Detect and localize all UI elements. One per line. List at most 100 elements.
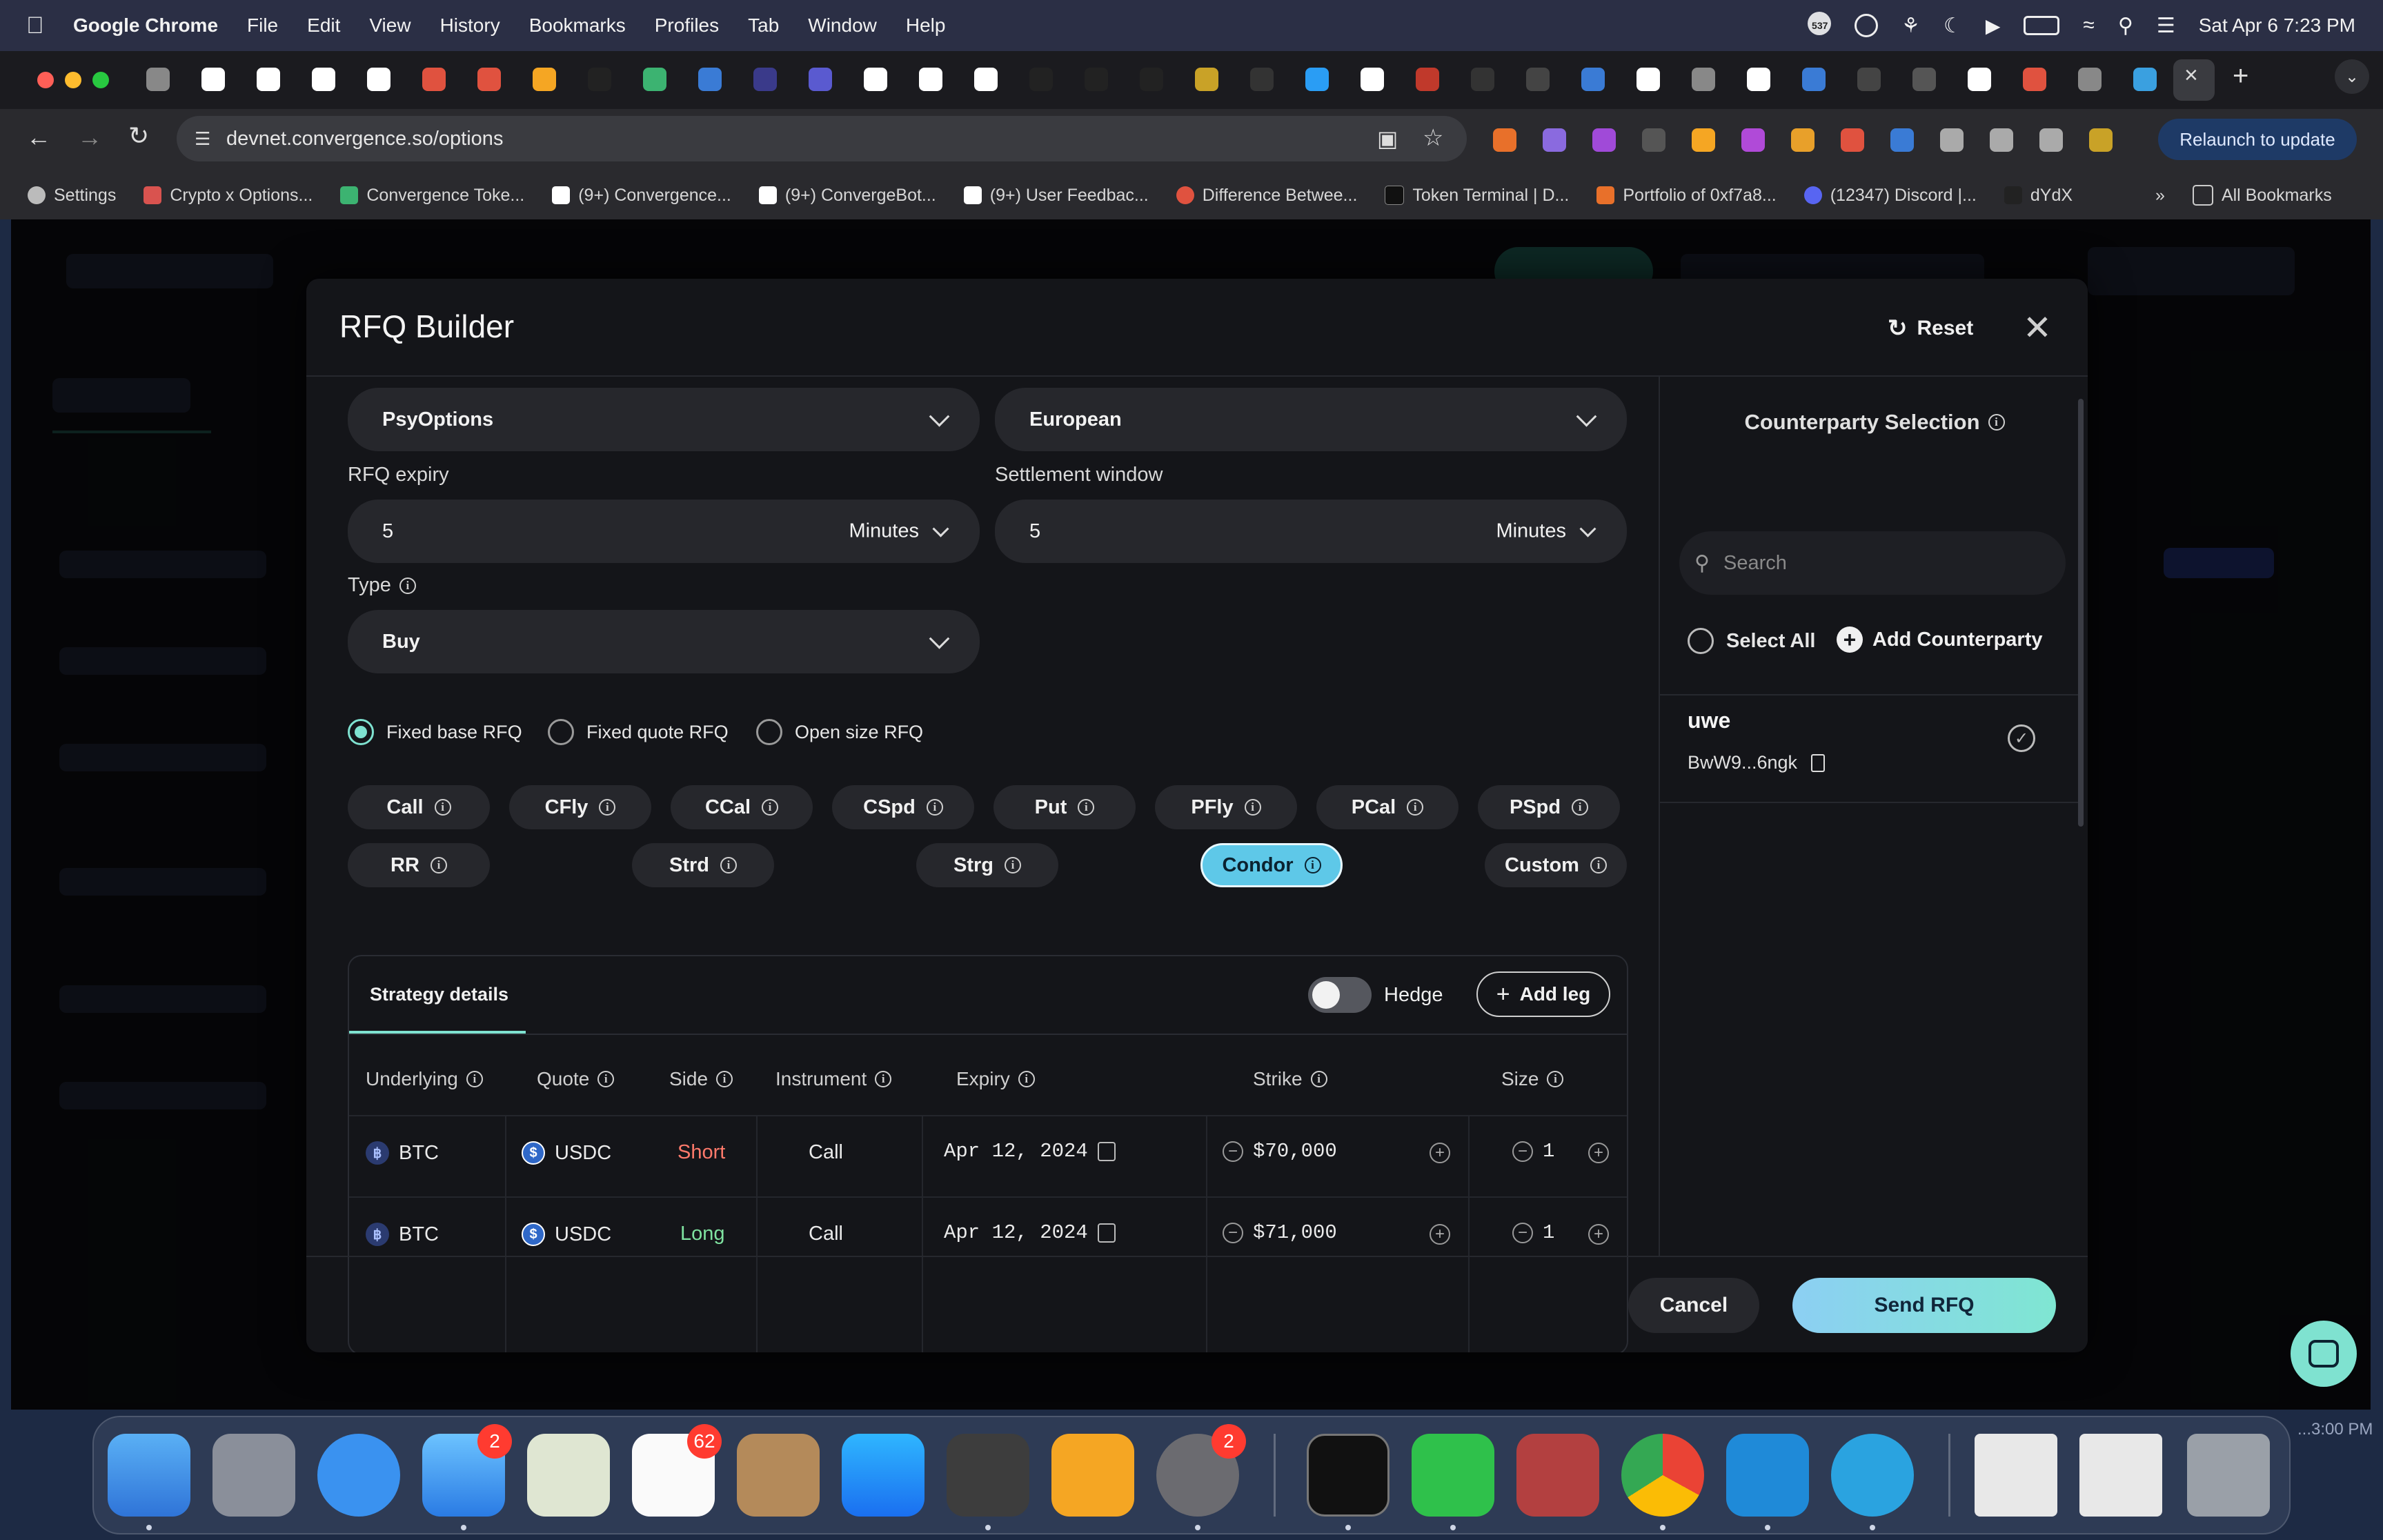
fan-icon[interactable]: ⚘ bbox=[1901, 14, 1920, 38]
tab-favicon-icon[interactable] bbox=[533, 68, 556, 91]
info-icon[interactable]: i bbox=[1244, 799, 1261, 816]
dictionary-icon[interactable] bbox=[1516, 1434, 1599, 1517]
tab-favicon-icon[interactable] bbox=[367, 68, 390, 91]
info-icon[interactable]: i bbox=[1005, 857, 1021, 873]
leg2-quote[interactable]: $ USDC bbox=[522, 1223, 611, 1246]
extension-icon[interactable] bbox=[1741, 128, 1765, 152]
chrome-icon[interactable] bbox=[1621, 1434, 1704, 1517]
menu-bookmarks[interactable]: Bookmarks bbox=[529, 14, 626, 37]
finder-icon[interactable] bbox=[108, 1434, 190, 1517]
hedge-toggle[interactable] bbox=[1308, 977, 1372, 1013]
contacts-icon[interactable] bbox=[737, 1434, 820, 1517]
tab-favicon-icon[interactable] bbox=[1250, 68, 1274, 91]
tab-favicon-icon[interactable] bbox=[753, 68, 777, 91]
close-window-button[interactable] bbox=[37, 72, 54, 88]
numbers-icon[interactable] bbox=[1412, 1434, 1494, 1517]
menu-window[interactable]: Window bbox=[808, 14, 877, 37]
tab-favicon-icon[interactable] bbox=[1361, 68, 1384, 91]
menu-view[interactable]: View bbox=[369, 14, 411, 37]
sublime-text-icon[interactable] bbox=[947, 1434, 1029, 1517]
leg1-instrument[interactable]: Call bbox=[809, 1141, 843, 1164]
copy-icon[interactable] bbox=[1811, 753, 1826, 772]
info-icon[interactable]: i bbox=[762, 799, 779, 816]
relaunch-to-update-button[interactable]: Relaunch to update bbox=[2158, 119, 2357, 160]
minus-icon[interactable]: − bbox=[1512, 1222, 1533, 1243]
tab-search-chevron-icon[interactable]: ⌄ bbox=[2335, 59, 2369, 94]
tab-favicon-icon[interactable] bbox=[422, 68, 446, 91]
size-plus-icon[interactable]: + bbox=[1588, 1143, 1609, 1163]
leg2-underlying[interactable]: ฿ BTC bbox=[366, 1223, 439, 1246]
tab-favicon-icon[interactable] bbox=[1968, 68, 1991, 91]
strategy-pfly[interactable]: PFly i bbox=[1155, 785, 1297, 829]
back-arrow-icon[interactable]: ← bbox=[26, 123, 51, 152]
strategy-put[interactable]: Put i bbox=[993, 785, 1136, 829]
info-icon[interactable]: i bbox=[1547, 1071, 1564, 1087]
info-icon[interactable]: i bbox=[399, 577, 416, 594]
minus-icon[interactable]: − bbox=[1512, 1141, 1533, 1162]
leg1-size[interactable]: −1 bbox=[1512, 1140, 1554, 1163]
extension-icon[interactable] bbox=[1543, 128, 1566, 152]
tab-close-icon[interactable]: × bbox=[2184, 62, 2198, 89]
extension-icon[interactable] bbox=[1841, 128, 1864, 152]
menu-file[interactable]: File bbox=[247, 14, 278, 37]
terminal-icon[interactable] bbox=[1307, 1434, 1390, 1517]
info-icon[interactable]: i bbox=[597, 1071, 615, 1087]
leg2-instrument[interactable]: Call bbox=[809, 1223, 843, 1245]
extension-icon[interactable] bbox=[1642, 128, 1665, 152]
new-tab-icon[interactable]: + bbox=[2233, 61, 2248, 92]
size-plus-icon[interactable]: + bbox=[1588, 1224, 1609, 1245]
tab-favicon-icon[interactable] bbox=[919, 68, 942, 91]
tab-favicon-icon[interactable] bbox=[1305, 68, 1329, 91]
extension-icon[interactable] bbox=[2089, 128, 2113, 152]
option-style-select[interactable]: European bbox=[995, 388, 1627, 451]
extension-icon[interactable] bbox=[1592, 128, 1616, 152]
tab-strategy-details[interactable]: Strategy details bbox=[370, 984, 508, 1005]
tab-favicon-icon[interactable] bbox=[2078, 68, 2102, 91]
tab-favicon-icon[interactable] bbox=[257, 68, 280, 91]
strategy-call[interactable]: Call i bbox=[348, 785, 490, 829]
tab-favicon-icon[interactable] bbox=[201, 68, 225, 91]
rfq-expiry-unit[interactable]: Minutes bbox=[849, 520, 919, 543]
tab-favicon-icon[interactable] bbox=[1692, 68, 1715, 91]
reload-icon[interactable]: ↻ bbox=[128, 121, 149, 150]
menu-history[interactable]: History bbox=[440, 14, 500, 37]
more-bookmarks-icon[interactable]: » bbox=[2155, 186, 2165, 206]
close-icon[interactable]: ✕ bbox=[2023, 308, 2052, 348]
tab-favicon-icon[interactable] bbox=[1637, 68, 1660, 91]
bookmark-notion-convergence[interactable]: (9+) Convergence... bbox=[552, 186, 731, 206]
leg1-side[interactable]: Short bbox=[678, 1141, 725, 1164]
extension-icon[interactable] bbox=[1692, 128, 1715, 152]
apple-icon[interactable]:  bbox=[26, 12, 54, 39]
bookmark-convergence-token[interactable]: Convergence Toke... bbox=[340, 186, 524, 206]
tab-favicon-icon[interactable] bbox=[1581, 68, 1605, 91]
info-icon[interactable]: i bbox=[1018, 1071, 1035, 1087]
moon-icon[interactable]: ☾ bbox=[1944, 14, 1962, 38]
pages-icon[interactable] bbox=[1051, 1434, 1134, 1517]
tab-favicon-icon[interactable] bbox=[1857, 68, 1881, 91]
control-center-icon[interactable]: ☰ bbox=[2157, 14, 2175, 38]
bookmark-notion-convergebot[interactable]: (9+) ConvergeBot... bbox=[758, 186, 936, 206]
strategy-condor[interactable]: Condor i bbox=[1200, 843, 1343, 887]
protocol-select[interactable]: PsyOptions bbox=[348, 388, 980, 451]
info-icon[interactable]: i bbox=[720, 857, 737, 873]
tab-favicon-icon[interactable] bbox=[1029, 68, 1053, 91]
site-settings-icon[interactable]: ☰ bbox=[195, 128, 210, 150]
calendar-icon[interactable] bbox=[1097, 1141, 1116, 1161]
strategy-pcal[interactable]: PCal i bbox=[1316, 785, 1459, 829]
tab-favicon-icon[interactable] bbox=[146, 68, 170, 91]
settlement-window-input[interactable]: 5 Minutes bbox=[995, 500, 1627, 563]
bookmark-discord[interactable]: (12347) Discord |... bbox=[1803, 186, 1977, 206]
leg2-expiry[interactable]: Apr 12, 2024 bbox=[944, 1221, 1116, 1244]
app-store-icon[interactable] bbox=[842, 1434, 924, 1517]
counterparty-search-input[interactable]: ⚲ Search bbox=[1679, 531, 2066, 595]
info-icon[interactable]: i bbox=[430, 857, 447, 873]
tab-favicon-icon[interactable] bbox=[698, 68, 722, 91]
address-bar[interactable]: ☰ devnet.convergence.so/options ▣ ☆ bbox=[177, 116, 1467, 161]
info-icon[interactable]: i bbox=[1988, 414, 2005, 431]
launchpad-icon[interactable] bbox=[212, 1434, 295, 1517]
tab-favicon-icon[interactable] bbox=[1140, 68, 1163, 91]
wifi-icon[interactable]: ≈ bbox=[2083, 14, 2094, 37]
type-select[interactable]: Buy bbox=[348, 610, 980, 673]
spotlight-search-icon[interactable]: ⚲ bbox=[2118, 14, 2133, 38]
telegram-icon[interactable] bbox=[1831, 1434, 1914, 1517]
